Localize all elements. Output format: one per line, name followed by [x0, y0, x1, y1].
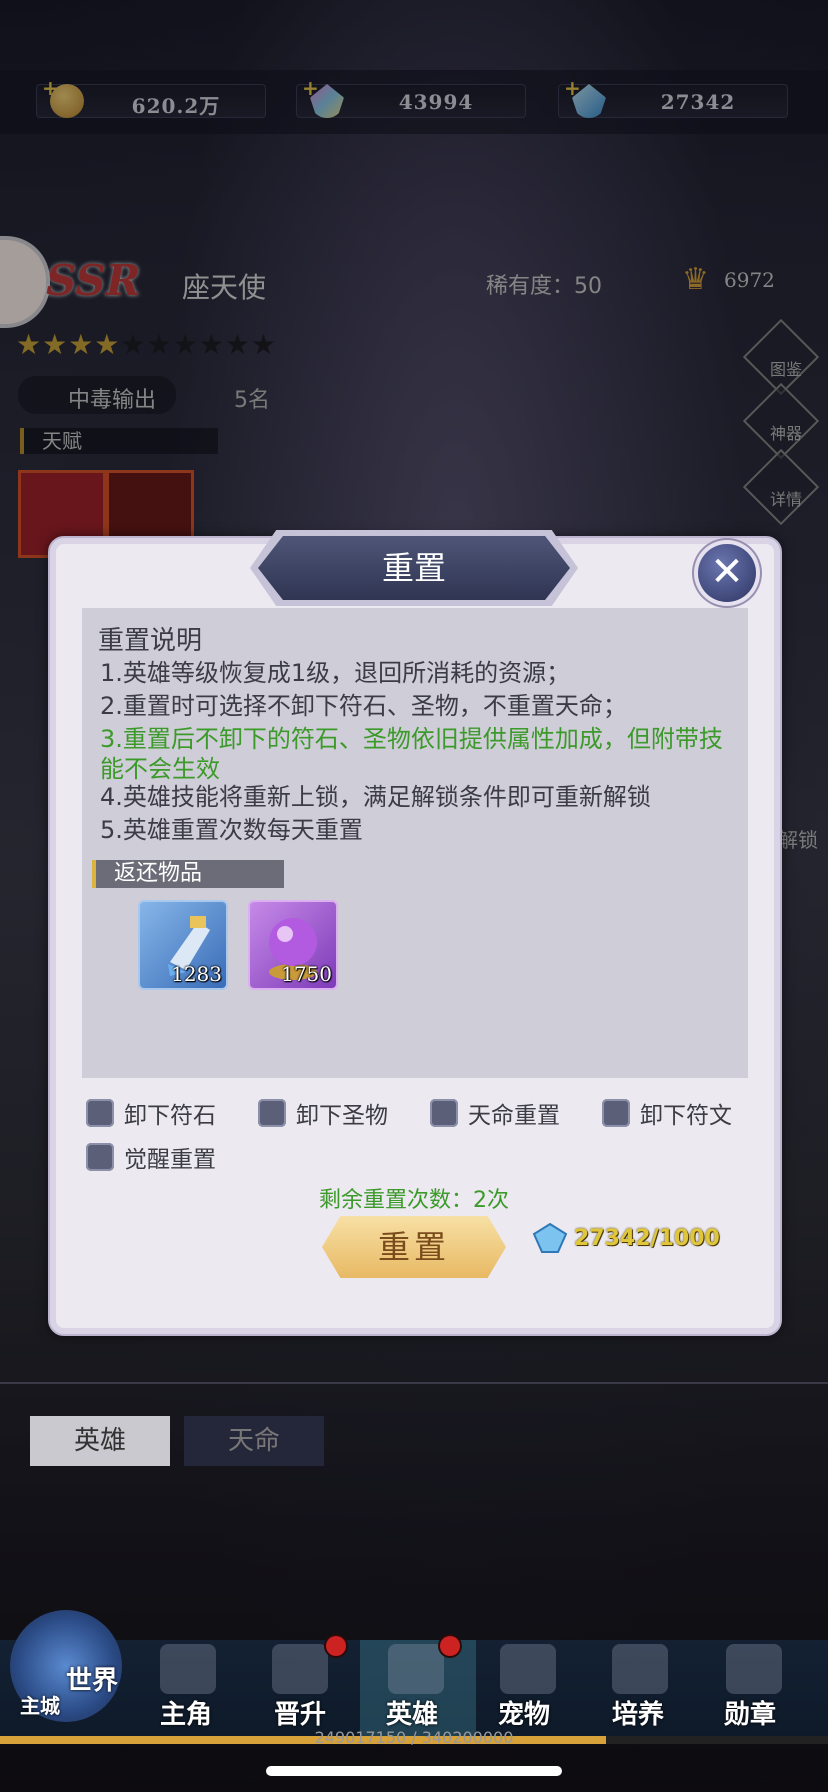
checkbox[interactable] [86, 1143, 114, 1171]
close-button[interactable]: ✕ [698, 544, 756, 602]
nav-item-medal[interactable]: 勋章 [724, 1694, 776, 1731]
checkbox[interactable] [86, 1099, 114, 1127]
nav-item-protagonist[interactable]: 主角 [160, 1694, 212, 1731]
option-unequip-rune[interactable]: 卸下符文 [602, 1096, 732, 1130]
checkbox[interactable] [430, 1099, 458, 1127]
option-label: 卸下符文 [640, 1103, 732, 1129]
dialog-title: 重置 [258, 536, 570, 600]
option-awaken-reset[interactable]: 觉醒重置 [86, 1140, 216, 1174]
tab-destiny[interactable]: 天命 [184, 1416, 324, 1466]
notification-dot [440, 1636, 460, 1656]
instruction-line: 1.英雄等级恢复成1级，退回所消耗的资源； [100, 659, 571, 687]
checkbox[interactable] [258, 1099, 286, 1127]
world-label: 世界 [66, 1666, 119, 1696]
option-label: 觉醒重置 [124, 1147, 216, 1173]
option-unequip-runestone[interactable]: 卸下符石 [86, 1096, 216, 1130]
return-item-potion[interactable]: 1283 [140, 902, 226, 988]
notification-dot [326, 1636, 346, 1656]
pet-icon [500, 1644, 556, 1694]
promotion-icon [272, 1644, 328, 1694]
returned-items-header: 返还物品 [92, 860, 284, 888]
nav-item-cultivate[interactable]: 培养 [612, 1694, 664, 1731]
xp-text: 249017150 / 340200000 [314, 1728, 514, 1747]
option-label: 天命重置 [468, 1103, 560, 1129]
return-item-count: 1750 [281, 962, 332, 986]
home-indicator[interactable] [266, 1766, 562, 1776]
tab-hero[interactable]: 英雄 [30, 1416, 170, 1466]
medal-icon [726, 1644, 782, 1694]
protagonist-icon [160, 1644, 216, 1694]
hero-helmet-icon [388, 1644, 444, 1694]
option-label: 卸下圣物 [296, 1103, 388, 1129]
close-icon: ✕ [710, 549, 744, 595]
nav-item-pet[interactable]: 宠物 [498, 1694, 550, 1731]
option-destiny-reset[interactable]: 天命重置 [430, 1096, 560, 1130]
cultivate-icon [612, 1644, 668, 1694]
reset-button[interactable]: 重置 [322, 1216, 506, 1278]
option-unequip-relic[interactable]: 卸下圣物 [258, 1096, 388, 1130]
option-label: 卸下符石 [124, 1103, 216, 1129]
city-label: 主城 [20, 1694, 60, 1718]
world-button[interactable]: 世界 主城 [10, 1610, 122, 1722]
instruction-line: 4.英雄技能将重新上锁，满足解锁条件即可重新解锁 [100, 783, 651, 811]
reset-instructions-title: 重置说明 [98, 626, 203, 656]
reset-cost: 27342/1000 [532, 1222, 720, 1254]
instruction-line-highlight: 3.重置后不卸下的符石、圣物依旧提供属性加成，但附带技能不会生效 [100, 725, 723, 783]
remaining-resets: 剩余重置次数：2次 [319, 1188, 509, 1213]
divider [0, 1382, 828, 1384]
instruction-line: 5.英雄重置次数每天重置 [100, 816, 363, 844]
nav-item-hero[interactable]: 英雄 [386, 1694, 438, 1731]
return-item-count: 1283 [171, 962, 222, 986]
blue-diamond-icon [532, 1222, 568, 1253]
nav-item-promotion[interactable]: 晋升 [274, 1694, 326, 1731]
return-item-orb[interactable]: 1750 [250, 902, 336, 988]
instruction-line: 2.重置时可选择不卸下符石、圣物，不重置天命； [100, 692, 627, 720]
checkbox[interactable] [602, 1099, 630, 1127]
reset-cost-value: 27342/1000 [574, 1225, 720, 1251]
